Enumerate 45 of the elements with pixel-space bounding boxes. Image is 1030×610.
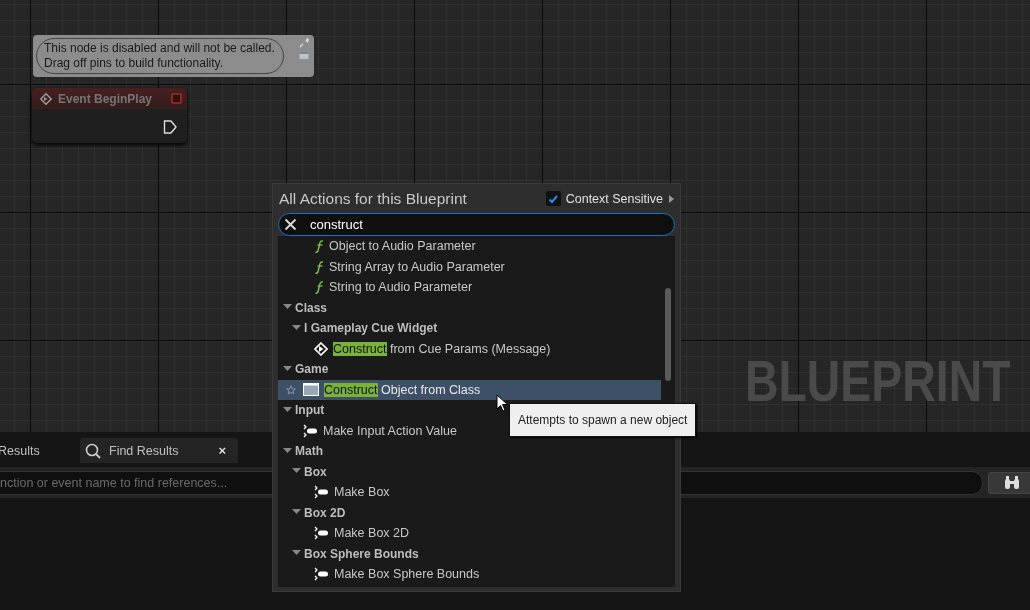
expander-icon[interactable] [283,446,292,456]
close-button[interactable]: × [218,443,226,458]
action-row[interactable]: String Array to Audio Parameter [278,256,661,277]
context-sensitive-label: Context Sensitive [565,191,663,206]
category-row[interactable]: Box [278,461,661,482]
event-icon [314,341,328,356]
context-checkbox[interactable] [545,191,561,206]
struct-icon [314,567,329,582]
action-row[interactable]: Make Box [278,482,661,503]
action-row[interactable]: Construct Object from Class [278,379,661,400]
menu-title: All Actions for this Blueprint [279,189,467,208]
find-button[interactable] [988,471,1030,494]
category-row[interactable]: Game [278,359,661,380]
tooltip: Attempts to spawn a new object [509,403,697,437]
star-icon[interactable] [286,384,296,395]
function-icon [314,280,324,295]
category-row[interactable]: Box Sphere Bounds [278,543,661,564]
struct-icon [314,485,329,500]
action-row[interactable]: String to Audio Parameter [278,277,661,298]
action-row[interactable]: Object to Audio Parameter [278,236,661,257]
category-row[interactable]: I Gameplay Cue Widget [278,318,661,339]
cursor-icon [496,394,509,412]
action-row[interactable]: Make Box Sphere Bounds [278,564,661,585]
struct-icon [314,526,329,541]
expand-arrow-icon[interactable] [668,193,675,204]
binoculars-icon [1004,475,1020,490]
struct-icon [303,423,318,438]
node-title: Event BeginPlay [58,91,153,106]
category-row[interactable]: Math [278,441,661,462]
expander-icon[interactable] [283,405,292,415]
action-row[interactable]: Make Box 2D [278,523,661,544]
class-icon [303,383,319,397]
clear-icon[interactable] [284,218,297,231]
function-icon [314,259,324,274]
panel-tab[interactable]: Find Results × [80,438,238,463]
category-row[interactable]: Class [278,297,661,318]
search-field[interactable]: construct [278,213,675,236]
search-icon [85,442,101,459]
watermark-text: BLUEPRINT [745,347,1011,415]
category-row[interactable]: Box 2D [278,502,661,523]
action-row[interactable]: Construct from Cue Params (Message) [278,338,661,359]
function-icon [314,239,324,254]
scrollbar-thumb[interactable] [665,288,671,381]
event-icon [40,92,52,105]
expander-icon[interactable] [283,364,292,374]
